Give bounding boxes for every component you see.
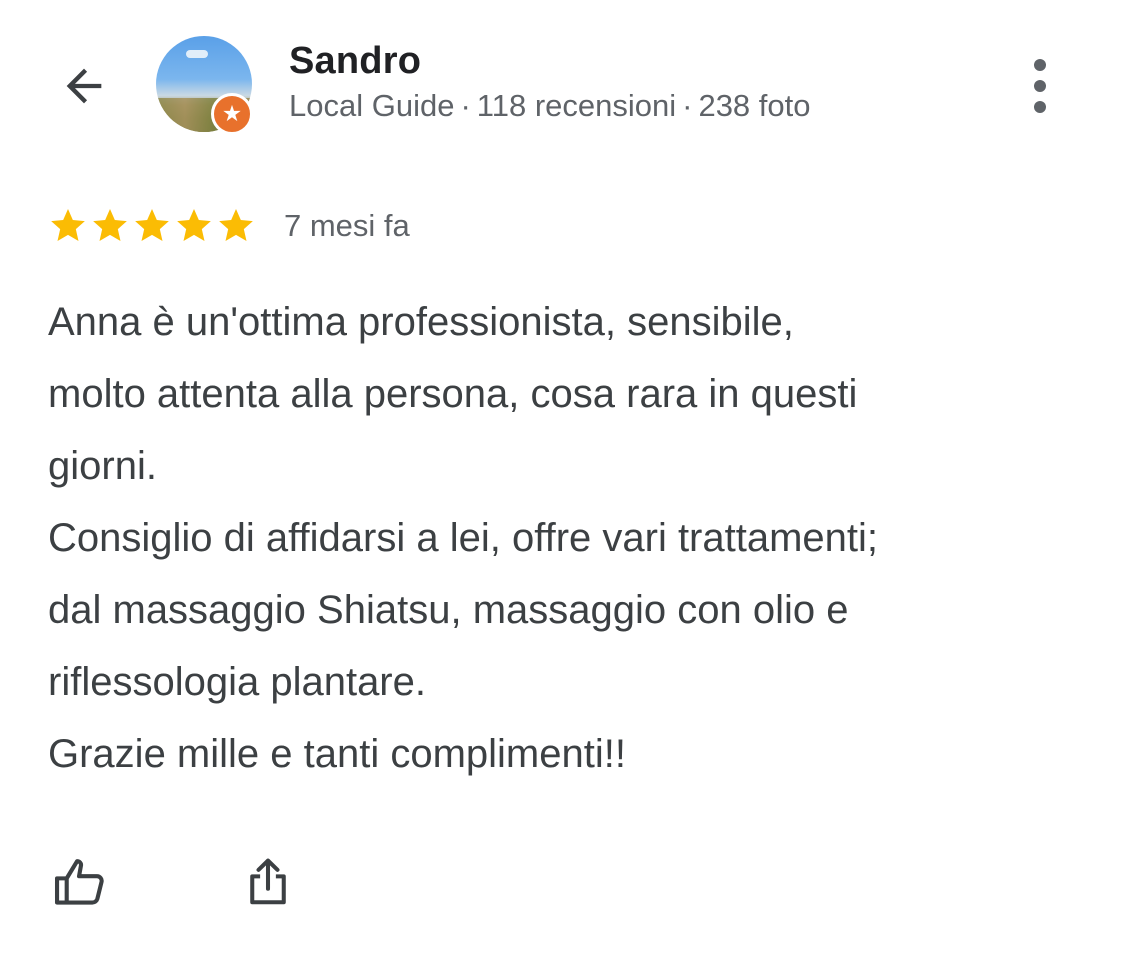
star-icon <box>135 209 169 241</box>
review-line: Consiglio di affidarsi a lei, offre vari… <box>48 516 879 560</box>
more-vertical-icon-dot <box>1034 101 1046 113</box>
star-icon <box>93 209 127 241</box>
star-rating <box>48 206 258 246</box>
review-line: dal massaggio Shiatsu, massaggio con oli… <box>48 588 849 632</box>
review-line: Anna è un'ottima professionista, sensibi… <box>48 300 794 344</box>
photos-count: 238 foto <box>698 88 811 123</box>
reviewer-meta: Local Guide · 118 recensioni · 238 foto <box>289 88 811 124</box>
meta-separator: · <box>682 88 693 123</box>
reviews-count: 118 recensioni <box>476 88 677 123</box>
rating-row: 7 mesi fa <box>48 202 410 250</box>
share-icon <box>250 858 286 905</box>
avatar-cloud <box>186 50 208 58</box>
thumbs-up-icon <box>54 859 104 905</box>
more-vertical-icon-dot <box>1034 80 1046 92</box>
star-icon <box>51 209 85 241</box>
review-line: riflessologia plantare. <box>48 660 426 704</box>
reviewer-name[interactable]: Sandro <box>289 40 421 83</box>
review-line: molto attenta alla persona, cosa rara in… <box>48 372 858 416</box>
like-button[interactable] <box>44 846 116 918</box>
review-text: Anna è un'ottima professionista, sensibi… <box>48 286 1098 790</box>
review-date: 7 mesi fa <box>284 208 410 243</box>
review-line: Grazie mille e tanti complimenti!! <box>48 732 626 776</box>
local-guide-label: Local Guide <box>289 88 455 123</box>
more-vertical-icon-dot <box>1034 59 1046 71</box>
review-line: giorni. <box>48 444 157 488</box>
local-guide-badge-icon <box>211 93 253 135</box>
review-actions <box>44 846 304 918</box>
meta-separator: · <box>460 88 471 123</box>
arrow-left-icon <box>66 68 102 104</box>
share-button[interactable] <box>232 846 304 918</box>
star-icon <box>219 209 253 241</box>
back-button[interactable] <box>48 50 120 122</box>
star-icon <box>177 209 211 241</box>
review-header: Sandro Local Guide · 118 recensioni · 238 fo… <box>0 0 1125 160</box>
more-options-button[interactable] <box>1012 50 1068 122</box>
